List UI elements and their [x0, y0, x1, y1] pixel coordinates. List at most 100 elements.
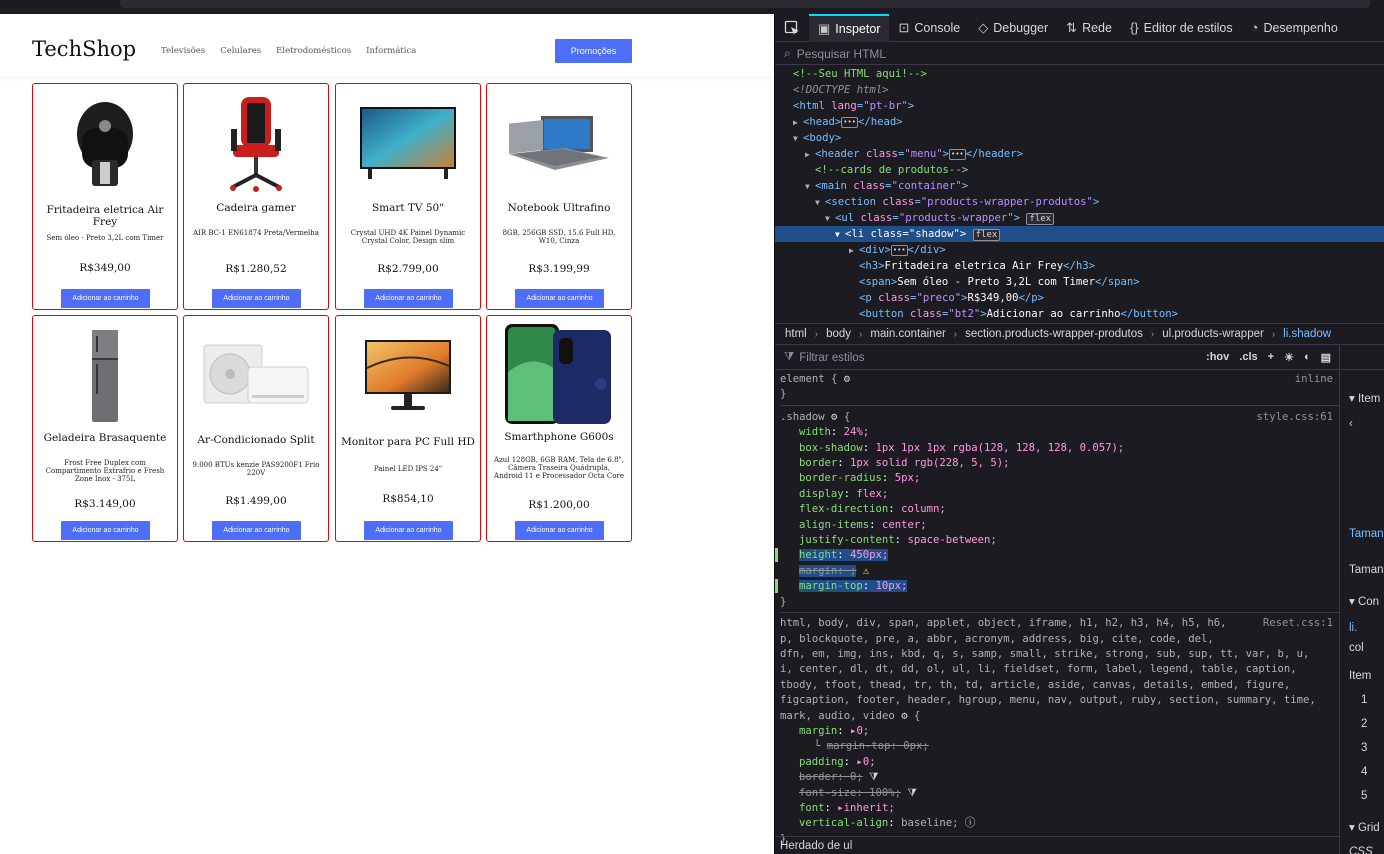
ellipsis-icon[interactable]: •••	[949, 149, 966, 160]
css-declaration[interactable]: width: 24%;	[780, 425, 1339, 440]
tree-node[interactable]: ▶ <head> ••• </head>	[775, 114, 1384, 130]
tab-console[interactable]: ⊡ Console	[889, 14, 969, 42]
tree-node[interactable]: <h3>Fritadeira eletrica Air Frey</h3>	[775, 258, 1384, 274]
css-declaration[interactable]: border: 1px solid rgb(228, 5, 5);	[780, 456, 1339, 471]
css-declaration-changed[interactable]: height: 450px;	[775, 548, 1339, 563]
css-declaration[interactable]: border-radius: 5px;	[780, 471, 1339, 486]
css-declaration[interactable]: flex-direction: column;	[780, 502, 1339, 517]
tab-performance[interactable]: ◔ Desempenho	[1242, 14, 1347, 42]
flex-badge[interactable]: flex	[1026, 213, 1055, 225]
css-declaration[interactable]: padding: ▸0;	[780, 755, 1339, 770]
gear-icon[interactable]: ⚙	[844, 373, 850, 385]
tree-node[interactable]: <span>Sem óleo - Preto 3,2L com Timer</s…	[775, 274, 1384, 290]
element-picker-icon[interactable]	[775, 14, 809, 42]
print-icon[interactable]: ▤	[1321, 351, 1331, 364]
ellipsis-icon[interactable]: •••	[841, 117, 858, 128]
rule-source[interactable]: inline	[1295, 372, 1333, 387]
sidebar-section[interactable]: ▾ Item	[1349, 391, 1380, 405]
css-declaration-overridden[interactable]: border: 0; ⧩	[780, 770, 1339, 785]
tree-node[interactable]: <button class="bt2">Adicionar ao carrinh…	[775, 306, 1384, 322]
nav-link-informatica[interactable]: Informática	[366, 46, 416, 56]
gear-icon[interactable]: ⚙	[831, 411, 837, 423]
breadcrumb-item[interactable]: section.products-wrapper-produtos	[965, 328, 1143, 340]
collapse-icon[interactable]: ▼	[815, 195, 825, 211]
chevron-right-icon: ›	[1271, 328, 1276, 340]
breadcrumb-item[interactable]: html	[785, 328, 807, 340]
dark-theme-icon[interactable]: ◐	[1304, 351, 1311, 364]
add-to-cart-button[interactable]: Adicionar ao carrinho	[515, 521, 604, 540]
add-to-cart-button[interactable]: Adicionar ao carrinho	[61, 289, 150, 308]
expand-icon[interactable]: ▶	[849, 243, 859, 259]
info-icon[interactable]: ⓘ	[965, 817, 976, 829]
css-declaration-changed[interactable]: margin-top: 10px;	[775, 579, 1339, 594]
css-declaration[interactable]: margin: ▸0;	[780, 724, 1339, 739]
sidebar-item[interactable]: col	[1349, 642, 1364, 654]
sidebar-item[interactable]: li.	[1349, 622, 1357, 634]
flex-badge[interactable]: flex	[972, 229, 1001, 241]
sidebar-section[interactable]: ▾ Grid	[1349, 820, 1380, 834]
add-to-cart-button[interactable]: Adicionar ao carrinho	[515, 289, 604, 308]
html-search-input[interactable]: ⌕ Pesquisar HTML	[775, 43, 1384, 65]
css-declaration-overridden[interactable]: font-size: 100%; ⧩	[780, 786, 1339, 801]
cls-toggle[interactable]: .cls	[1239, 351, 1257, 364]
rule-source[interactable]: Reset.css:1	[1263, 616, 1333, 631]
tree-node[interactable]: <!--Seu HTML aqui!-->	[775, 66, 1384, 82]
nav-link-eletrodomesticos[interactable]: Eletrodomésticos	[276, 46, 351, 56]
back-icon[interactable]: ‹	[1349, 418, 1353, 430]
sidebar-tabs[interactable]	[1341, 346, 1384, 370]
tree-node[interactable]: ▼ <ul class="products-wrapper"> flex	[775, 210, 1384, 226]
rule-source[interactable]: style.css:61	[1256, 410, 1333, 425]
tree-node[interactable]: <!DOCTYPE html>	[775, 82, 1384, 98]
tree-node[interactable]: <!--cards de produtos-->	[775, 162, 1384, 178]
tree-node[interactable]: <html lang="pt-br">	[775, 98, 1384, 114]
tree-node[interactable]: ▼ <section class="products-wrapper-produt…	[775, 194, 1384, 210]
tree-node-selected[interactable]: ▼ <li class="shadow"> flex	[775, 226, 1384, 242]
collapse-icon[interactable]: ▼	[805, 179, 815, 195]
add-to-cart-button[interactable]: Adicionar ao carrinho	[61, 521, 150, 540]
nav-link-celulares[interactable]: Celulares	[220, 46, 261, 56]
add-to-cart-button[interactable]: Adicionar ao carrinho	[364, 521, 453, 540]
tree-node[interactable]: ▼ <body>	[775, 130, 1384, 146]
filter-icon[interactable]: ⧩	[869, 771, 878, 783]
url-bar[interactable]	[120, 0, 1370, 8]
add-rule-icon[interactable]: +	[1268, 351, 1274, 364]
expand-icon[interactable]: ▶	[793, 115, 803, 131]
tree-node[interactable]: ▶ <div> ••• </div>	[775, 242, 1384, 258]
tree-node[interactable]: <p class="preco">R$349,00</p>	[775, 290, 1384, 306]
breadcrumb-item[interactable]: ul.products-wrapper	[1162, 328, 1264, 340]
filter-icon[interactable]: ⧩	[907, 787, 916, 799]
nav-link-televisoes[interactable]: Televisões	[161, 46, 205, 56]
tab-style-editor[interactable]: {} Editor de estilos	[1121, 14, 1242, 42]
promotions-button[interactable]: Promoções	[555, 39, 632, 63]
sidebar-section[interactable]: ▾ Con	[1349, 594, 1379, 608]
tab-inspector[interactable]: ▣ Inspetor	[809, 13, 890, 42]
hov-toggle[interactable]: :hov	[1206, 351, 1229, 364]
breadcrumb-item[interactable]: main.container	[870, 328, 945, 340]
site-logo[interactable]: TechShop	[32, 37, 136, 61]
css-declaration-invalid[interactable]: margin: ; ⚠	[780, 564, 1339, 579]
breadcrumb-item-current[interactable]: li.shadow	[1283, 328, 1331, 340]
ellipsis-icon[interactable]: •••	[890, 245, 908, 256]
css-declaration[interactable]: box-shadow: 1px 1px 1px rgba(128, 128, 1…	[780, 441, 1339, 456]
add-to-cart-button[interactable]: Adicionar ao carrinho	[212, 521, 301, 540]
css-declaration[interactable]: vertical-align: baseline; ⓘ	[780, 816, 1339, 831]
tab-network[interactable]: ⇅ Rede	[1057, 14, 1121, 42]
tree-node[interactable]: ▶ <header class="menu"> ••• </header>	[775, 146, 1384, 162]
gear-icon[interactable]: ⚙	[901, 710, 907, 722]
filter-styles-input[interactable]: Filtrar estilos	[799, 352, 864, 364]
css-declaration[interactable]: align-items: center;	[780, 518, 1339, 533]
css-declaration[interactable]: display: flex;	[780, 487, 1339, 502]
add-to-cart-button[interactable]: Adicionar ao carrinho	[212, 289, 301, 308]
breadcrumb-item[interactable]: body	[826, 328, 851, 340]
collapse-icon[interactable]: ▼	[825, 211, 835, 227]
css-declaration[interactable]: justify-content: space-between;	[780, 533, 1339, 548]
css-declaration-overridden[interactable]: └ margin-top: 0px;	[780, 739, 1339, 754]
expand-icon[interactable]: ▶	[805, 147, 815, 163]
tree-node[interactable]: ▼ <main class="container">	[775, 178, 1384, 194]
tab-debugger[interactable]: ◇ Debugger	[969, 14, 1057, 42]
collapse-icon[interactable]: ▼	[793, 131, 803, 147]
light-theme-icon[interactable]: ☀	[1284, 351, 1294, 364]
collapse-icon[interactable]: ▼	[835, 227, 845, 243]
css-declaration[interactable]: font: ▸inherit;	[780, 801, 1339, 816]
add-to-cart-button[interactable]: Adicionar ao carrinho	[364, 289, 453, 308]
